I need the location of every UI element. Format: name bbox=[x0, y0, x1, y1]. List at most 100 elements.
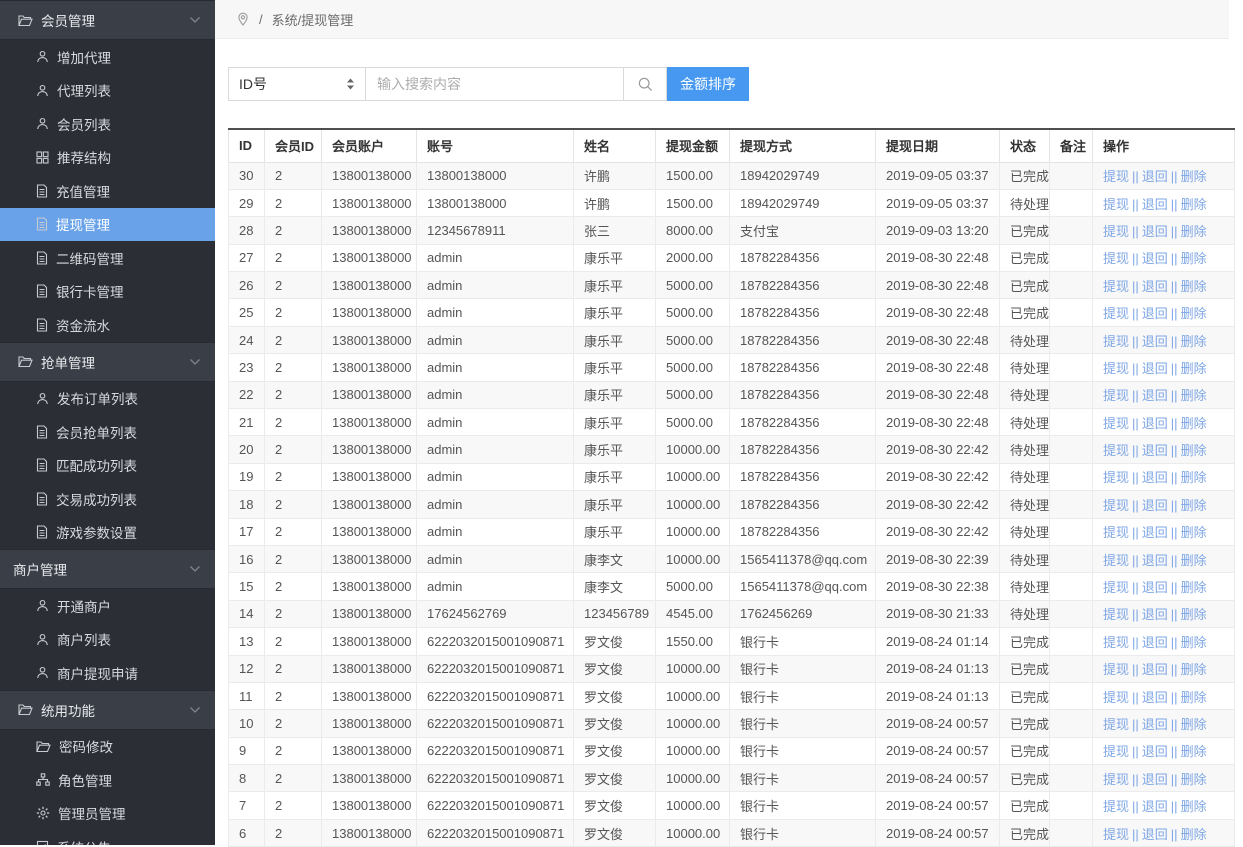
withdraw-link[interactable]: 提现 bbox=[1103, 197, 1129, 212]
delete-link[interactable]: 删除 bbox=[1181, 251, 1207, 266]
delete-link[interactable]: 删除 bbox=[1181, 498, 1207, 513]
withdraw-link[interactable]: 提现 bbox=[1103, 553, 1129, 568]
sidebar-item[interactable]: 会员列表 bbox=[0, 107, 215, 141]
withdraw-link[interactable]: 提现 bbox=[1103, 416, 1129, 431]
return-link[interactable]: 退回 bbox=[1142, 498, 1168, 513]
return-link[interactable]: 退回 bbox=[1142, 662, 1168, 677]
withdraw-link[interactable]: 提现 bbox=[1103, 498, 1129, 513]
delete-link[interactable]: 删除 bbox=[1181, 772, 1207, 787]
withdraw-link[interactable]: 提现 bbox=[1103, 251, 1129, 266]
return-link[interactable]: 退回 bbox=[1142, 525, 1168, 540]
delete-link[interactable]: 删除 bbox=[1181, 827, 1207, 842]
return-link[interactable]: 退回 bbox=[1142, 361, 1168, 376]
withdraw-link[interactable]: 提现 bbox=[1103, 772, 1129, 787]
return-link[interactable]: 退回 bbox=[1142, 334, 1168, 349]
sidebar-item[interactable]: 密码修改 bbox=[0, 730, 215, 764]
delete-link[interactable]: 删除 bbox=[1181, 416, 1207, 431]
return-link[interactable]: 退回 bbox=[1142, 690, 1168, 705]
return-link[interactable]: 退回 bbox=[1142, 197, 1168, 212]
return-link[interactable]: 退回 bbox=[1142, 470, 1168, 485]
delete-link[interactable]: 删除 bbox=[1181, 635, 1207, 650]
sidebar-item[interactable]: 银行卡管理 bbox=[0, 275, 215, 309]
delete-link[interactable]: 删除 bbox=[1181, 525, 1207, 540]
delete-link[interactable]: 删除 bbox=[1181, 744, 1207, 759]
sidebar-section-header[interactable]: 会员管理 bbox=[0, 0, 215, 40]
amount-sort-button[interactable]: 金额排序 bbox=[667, 67, 749, 101]
delete-link[interactable]: 删除 bbox=[1181, 799, 1207, 814]
sidebar-item[interactable]: 资金流水 bbox=[0, 308, 215, 342]
withdraw-link[interactable]: 提现 bbox=[1103, 306, 1129, 321]
delete-link[interactable]: 删除 bbox=[1181, 690, 1207, 705]
withdraw-link[interactable]: 提现 bbox=[1103, 690, 1129, 705]
withdraw-link[interactable]: 提现 bbox=[1103, 662, 1129, 677]
withdraw-link[interactable]: 提现 bbox=[1103, 607, 1129, 622]
withdraw-link[interactable]: 提现 bbox=[1103, 279, 1129, 294]
sidebar-item[interactable]: 系统公告 bbox=[0, 830, 215, 845]
withdraw-link[interactable]: 提现 bbox=[1103, 717, 1129, 732]
sidebar-item-active[interactable]: 提现管理 bbox=[0, 208, 215, 242]
return-link[interactable]: 退回 bbox=[1142, 635, 1168, 650]
withdraw-link[interactable]: 提现 bbox=[1103, 525, 1129, 540]
return-link[interactable]: 退回 bbox=[1142, 717, 1168, 732]
sidebar-item[interactable]: 发布订单列表 bbox=[0, 382, 215, 416]
search-input[interactable] bbox=[366, 67, 624, 101]
withdraw-link[interactable]: 提现 bbox=[1103, 388, 1129, 403]
withdraw-link[interactable]: 提现 bbox=[1103, 744, 1129, 759]
sidebar-item[interactable]: 推荐结构 bbox=[0, 141, 215, 175]
search-button[interactable] bbox=[624, 67, 667, 101]
return-link[interactable]: 退回 bbox=[1142, 443, 1168, 458]
sidebar-item[interactable]: 开通商户 bbox=[0, 589, 215, 623]
sidebar-item[interactable]: 交易成功列表 bbox=[0, 482, 215, 516]
return-link[interactable]: 退回 bbox=[1142, 607, 1168, 622]
return-link[interactable]: 退回 bbox=[1142, 416, 1168, 431]
sidebar-item[interactable]: 商户提现申请 bbox=[0, 656, 215, 690]
return-link[interactable]: 退回 bbox=[1142, 744, 1168, 759]
sidebar-item[interactable]: 角色管理 bbox=[0, 763, 215, 797]
sidebar-item[interactable]: 增加代理 bbox=[0, 40, 215, 74]
delete-link[interactable]: 删除 bbox=[1181, 224, 1207, 239]
delete-link[interactable]: 删除 bbox=[1181, 470, 1207, 485]
sidebar-item[interactable]: 二维码管理 bbox=[0, 241, 215, 275]
sidebar-item[interactable]: 充值管理 bbox=[0, 174, 215, 208]
sidebar-section-header[interactable]: 统用功能 bbox=[0, 690, 215, 730]
delete-link[interactable]: 删除 bbox=[1181, 169, 1207, 184]
delete-link[interactable]: 删除 bbox=[1181, 717, 1207, 732]
delete-link[interactable]: 删除 bbox=[1181, 443, 1207, 458]
search-field-select[interactable]: ID号 bbox=[228, 67, 366, 101]
return-link[interactable]: 退回 bbox=[1142, 388, 1168, 403]
sidebar-item[interactable]: 匹配成功列表 bbox=[0, 449, 215, 483]
withdraw-link[interactable]: 提现 bbox=[1103, 361, 1129, 376]
withdraw-link[interactable]: 提现 bbox=[1103, 580, 1129, 595]
return-link[interactable]: 退回 bbox=[1142, 827, 1168, 842]
delete-link[interactable]: 删除 bbox=[1181, 580, 1207, 595]
delete-link[interactable]: 删除 bbox=[1181, 553, 1207, 568]
delete-link[interactable]: 删除 bbox=[1181, 607, 1207, 622]
withdraw-link[interactable]: 提现 bbox=[1103, 470, 1129, 485]
sidebar-section-header[interactable]: 商户管理 bbox=[0, 549, 215, 589]
delete-link[interactable]: 删除 bbox=[1181, 197, 1207, 212]
return-link[interactable]: 退回 bbox=[1142, 169, 1168, 184]
delete-link[interactable]: 删除 bbox=[1181, 334, 1207, 349]
sidebar-item[interactable]: 游戏参数设置 bbox=[0, 516, 215, 550]
delete-link[interactable]: 删除 bbox=[1181, 662, 1207, 677]
withdraw-link[interactable]: 提现 bbox=[1103, 799, 1129, 814]
delete-link[interactable]: 删除 bbox=[1181, 361, 1207, 376]
sidebar-section-header[interactable]: 抢单管理 bbox=[0, 342, 215, 382]
return-link[interactable]: 退回 bbox=[1142, 306, 1168, 321]
return-link[interactable]: 退回 bbox=[1142, 799, 1168, 814]
delete-link[interactable]: 删除 bbox=[1181, 279, 1207, 294]
sidebar-item[interactable]: 商户列表 bbox=[0, 623, 215, 657]
withdraw-link[interactable]: 提现 bbox=[1103, 169, 1129, 184]
sidebar-item[interactable]: 会员抢单列表 bbox=[0, 415, 215, 449]
withdraw-link[interactable]: 提现 bbox=[1103, 334, 1129, 349]
withdraw-link[interactable]: 提现 bbox=[1103, 443, 1129, 458]
return-link[interactable]: 退回 bbox=[1142, 279, 1168, 294]
return-link[interactable]: 退回 bbox=[1142, 553, 1168, 568]
delete-link[interactable]: 删除 bbox=[1181, 388, 1207, 403]
sidebar-item[interactable]: 管理员管理 bbox=[0, 797, 215, 831]
withdraw-link[interactable]: 提现 bbox=[1103, 635, 1129, 650]
return-link[interactable]: 退回 bbox=[1142, 251, 1168, 266]
delete-link[interactable]: 删除 bbox=[1181, 306, 1207, 321]
withdraw-link[interactable]: 提现 bbox=[1103, 827, 1129, 842]
return-link[interactable]: 退回 bbox=[1142, 580, 1168, 595]
